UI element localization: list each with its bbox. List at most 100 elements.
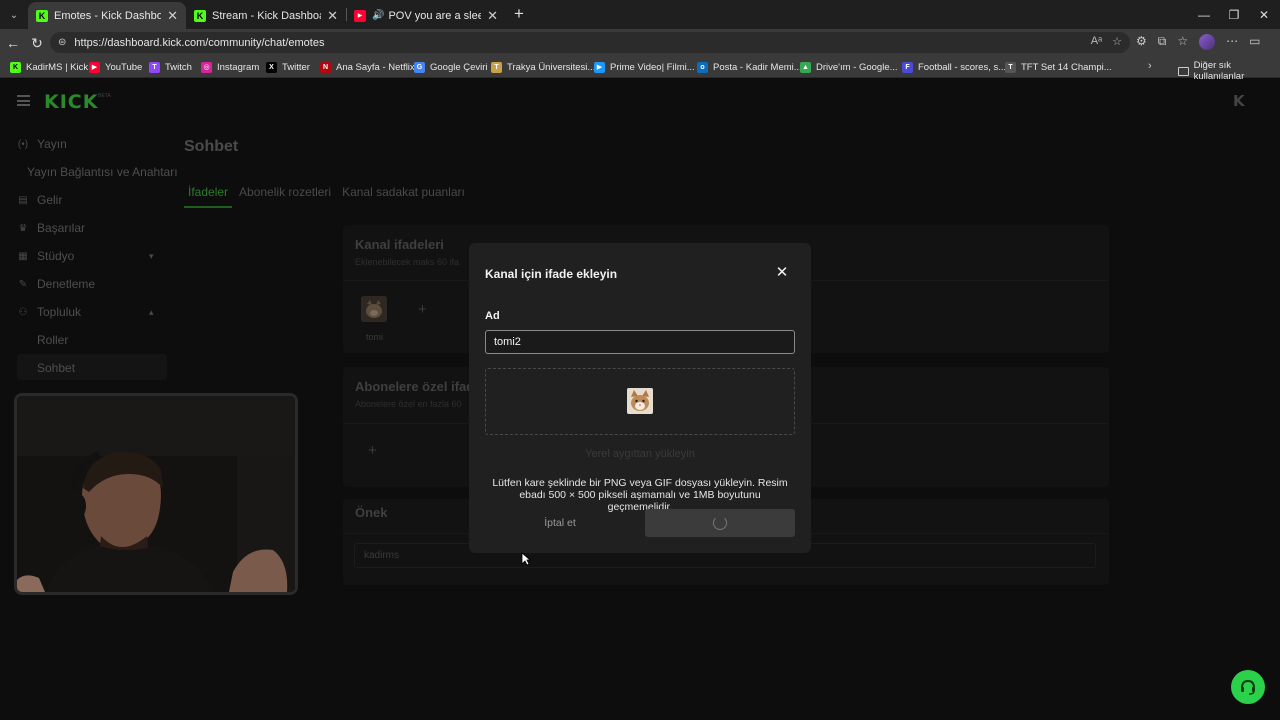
close-icon[interactable]: ✕: [327, 8, 338, 24]
favorite-star-icon[interactable]: ☆: [1112, 35, 1122, 48]
webcam-person-image: [17, 396, 295, 592]
kick-icon: K: [10, 61, 21, 73]
bookmark-youtube[interactable]: ▶ YouTube: [89, 60, 142, 74]
close-window-button[interactable]: ✕: [1246, 0, 1280, 29]
sidebar-item-moderation[interactable]: ✎ Denetleme: [17, 274, 95, 294]
outlook-icon: o: [697, 61, 708, 73]
add-emote-modal: Kanal için ifade ekleyin ✕ Ad Yerel aygı…: [469, 243, 811, 553]
instagram-icon: ◎: [201, 61, 212, 73]
sidebar-item-studio[interactable]: ▦ Stüdyo ▾: [17, 246, 167, 266]
speaker-icon[interactable]: 🔊: [372, 10, 384, 21]
sidebar-item-label: Başarılar: [37, 221, 86, 235]
chevron-down-icon: ▾: [149, 250, 154, 261]
beta-badge: BETA: [98, 93, 111, 99]
bookmark-outlook[interactable]: o Posta - Kadir Memi...: [697, 60, 802, 74]
emote-name-input[interactable]: [485, 330, 795, 354]
bookmark-label: Prime Video| Filmi...: [610, 61, 695, 73]
tab-emotes-page[interactable]: İfadeler: [188, 185, 228, 199]
close-icon[interactable]: ✕: [774, 264, 790, 281]
bookmark-label: Twitch: [165, 61, 192, 73]
bookmark-label: Ana Sayfa - Netflix: [336, 61, 415, 73]
bookmark-label: KadirMS | Kick: [26, 61, 89, 73]
bookmark-football[interactable]: F Football - scores, s...: [902, 60, 1006, 74]
help-chat-button[interactable]: [1231, 670, 1265, 704]
sub-emotes-title: Abonelere özel ifade: [355, 379, 482, 394]
bookmark-netflix[interactable]: N Ana Sayfa - Netflix: [320, 60, 415, 74]
sidebar-item-label: Denetleme: [37, 277, 96, 291]
wrench-icon: ✎: [18, 278, 28, 290]
sidebar-item-chat[interactable]: Sohbet: [37, 361, 75, 375]
emote-name-label: tomi: [366, 332, 384, 342]
bookmark-label: Drive'ım - Google...: [816, 61, 898, 73]
name-label: Ad: [485, 310, 500, 322]
bookmark-twitch[interactable]: T Twitch: [149, 60, 192, 74]
address-bar[interactable]: ⊜ https://dashboard.kick.com/community/c…: [50, 32, 1130, 53]
tab-loyalty-points[interactable]: Kanal sadakat puanları: [342, 185, 465, 199]
sidebar-item-label: Stüdyo: [37, 249, 75, 263]
modal-title: Kanal için ifade ekleyin: [485, 267, 618, 281]
url-text: https://dashboard.kick.com/community/cha…: [74, 36, 325, 49]
bookmark-twitter[interactable]: X Twitter: [266, 60, 310, 74]
bookmark-drive[interactable]: ▲ Drive'ım - Google...: [800, 60, 898, 74]
tab-youtube[interactable]: ▶ 🔊 POV you are a sleepless taxi d ✕: [346, 2, 506, 29]
profile-avatar[interactable]: [1199, 34, 1216, 50]
cancel-button[interactable]: İptal et: [485, 509, 635, 537]
kick-logo[interactable]: KICK: [44, 91, 98, 113]
football-icon: F: [902, 61, 913, 73]
kick-icon: K: [36, 9, 48, 22]
submit-button[interactable]: [645, 509, 795, 537]
more-menu-icon[interactable]: ⋯: [1226, 34, 1238, 50]
address-toolbar: ← ↻ ⊜ https://dashboard.kick.com/communi…: [0, 29, 1280, 56]
prime-video-icon: ▶: [594, 61, 605, 73]
bookmark-google-translate[interactable]: G Google Çeviri: [414, 60, 488, 74]
chat-tabs: İfadeler Abonelik rozetleri Kanal sadaka…: [188, 185, 465, 199]
sidebar-item-community[interactable]: ⚇ Topluluk ▴: [17, 302, 167, 322]
upload-hint: Lütfen kare şeklinde bir PNG veya GIF do…: [492, 477, 788, 513]
bookmark-kick[interactable]: K KadirMS | Kick: [10, 60, 88, 74]
tab-title: POV you are a sleepless taxi d: [388, 9, 482, 22]
hamburger-menu-icon[interactable]: [17, 95, 30, 106]
bookmark-label: Google Çeviri: [430, 61, 488, 73]
tab-sub-badges[interactable]: Abonelik rozetleri: [239, 185, 331, 199]
sidebar-item-broadcast[interactable]: (•) Yayın: [17, 134, 67, 154]
sidebar-item-revenue[interactable]: ▤ Gelir: [17, 190, 62, 210]
bookmark-tft[interactable]: T TFT Set 14 Champi...: [1005, 60, 1112, 74]
sidebar-item-label: Gelir: [37, 193, 63, 207]
sidebar-item-roles[interactable]: Roller: [37, 333, 68, 347]
refresh-icon[interactable]: ↻: [27, 33, 47, 53]
webcam-overlay: [14, 393, 298, 595]
sidebar-toggle-icon[interactable]: ▭: [1249, 34, 1260, 50]
emote-dropzone[interactable]: [485, 368, 795, 435]
emote-preview-image: [627, 388, 653, 414]
upload-local-link[interactable]: Yerel aygıttan yükleyin: [469, 448, 811, 460]
page-title: Sohbet: [184, 138, 239, 155]
chevron-right-icon[interactable]: ›: [1148, 60, 1152, 72]
browser-tab-strip: ⌄ K Emotes - Kick Dashboard ✕ K Stream -…: [0, 0, 1280, 29]
translate-icon: G: [414, 61, 425, 73]
tft-icon: T: [1005, 61, 1016, 73]
site-info-icon[interactable]: ⊜: [58, 37, 66, 48]
split-screen-icon[interactable]: ⧉: [1158, 34, 1167, 50]
add-sub-emote-button[interactable]: +: [368, 442, 377, 459]
bookmark-trakya[interactable]: T Trakya Üniversitesi...: [491, 60, 595, 74]
sidebar-item-label: Topluluk: [37, 305, 82, 319]
kick-k-logo[interactable]: K: [1233, 92, 1245, 110]
sidebar-item-stream-key[interactable]: Yayın Bağlantısı ve Anahtarı: [27, 162, 178, 182]
bookmark-instagram[interactable]: ◎ Instagram: [201, 60, 259, 74]
back-icon[interactable]: ←: [3, 33, 23, 53]
favorites-icon[interactable]: ☆: [1177, 34, 1188, 50]
sidebar-item-achievements[interactable]: ♛ Başarılar: [17, 218, 86, 238]
add-channel-emote-button[interactable]: +: [418, 301, 427, 318]
close-icon[interactable]: ✕: [167, 8, 178, 24]
tab-list-button[interactable]: ⌄: [4, 5, 24, 25]
bookmark-prime-video[interactable]: ▶ Prime Video| Filmi...: [594, 60, 695, 74]
close-icon[interactable]: ✕: [487, 8, 498, 24]
x-icon: X: [266, 61, 277, 73]
tab-stream[interactable]: K Stream - Kick Dashboard ✕: [186, 2, 346, 29]
emote-image-tomi[interactable]: [361, 296, 387, 322]
new-tab-button[interactable]: +: [509, 4, 529, 24]
twitch-icon: T: [149, 61, 160, 73]
extensions-icon[interactable]: ⚙: [1136, 34, 1147, 50]
tab-emotes[interactable]: K Emotes - Kick Dashboard ✕: [28, 2, 186, 29]
read-aloud-icon[interactable]: Aᵃ: [1091, 35, 1102, 48]
